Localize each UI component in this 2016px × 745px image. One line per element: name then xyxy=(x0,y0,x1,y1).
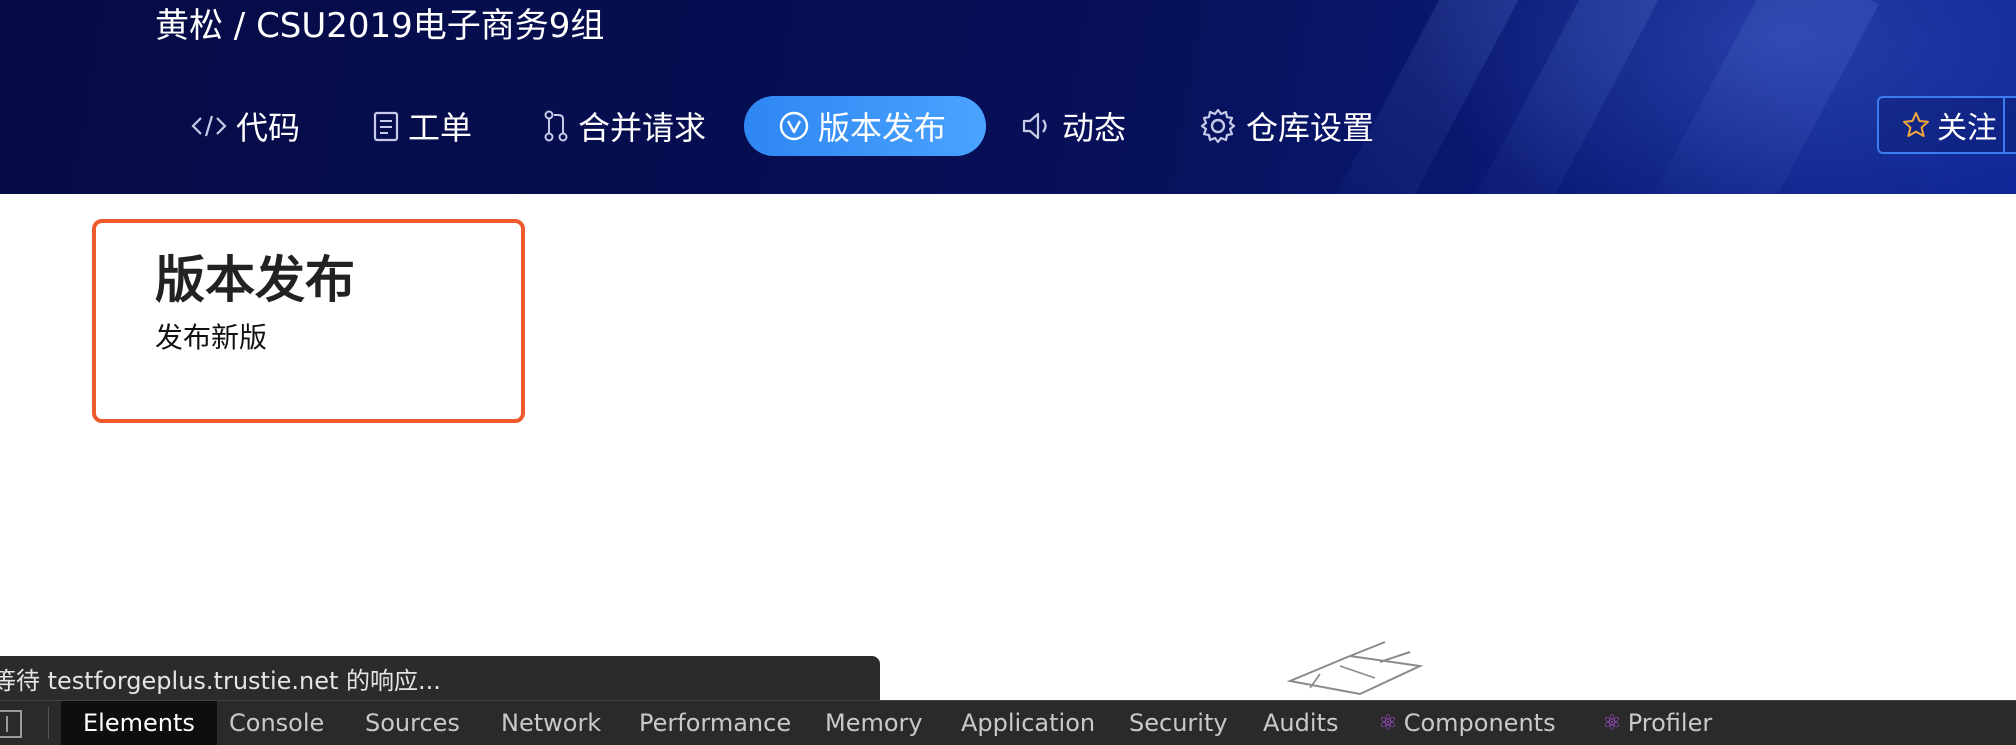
code-icon xyxy=(191,115,227,137)
tab-label: 动态 xyxy=(1062,109,1127,147)
tab-label: 工单 xyxy=(408,109,473,147)
devtools-tab-elements[interactable]: Elements xyxy=(61,701,217,745)
tab-label: 合并请求 xyxy=(578,109,707,147)
tab-activity[interactable]: 动态 xyxy=(1020,96,1126,156)
empty-state-illustration xyxy=(1286,641,1424,696)
gear-icon xyxy=(1200,108,1236,144)
devtools-toolbar: Elements Console Sources Network Perform… xyxy=(0,700,2016,745)
devtools-tab-profiler[interactable]: ⚛ Profiler xyxy=(1602,701,1712,745)
tab-merge-requests[interactable]: 合并请求 xyxy=(542,96,706,156)
repo-header: 黄松 / CSU2019电子商务9组 代码 工单 合并请求 版本发布 动态 仓库… xyxy=(0,0,2016,194)
devtools-tab-label: Console xyxy=(229,709,325,737)
clipboard-icon xyxy=(373,111,399,142)
new-release-link[interactable]: 发布新版 xyxy=(155,316,267,356)
status-text: 等待 testforgeplus.trustie.net 的响应... xyxy=(0,666,441,695)
status-bubble: 等待 testforgeplus.trustie.net 的响应... xyxy=(0,656,880,700)
devtools-tab-label: Profiler xyxy=(1627,709,1713,737)
tab-settings[interactable]: 仓库设置 xyxy=(1198,96,1374,156)
devtools-tab-label: Elements xyxy=(83,709,195,737)
devtools-tab-console[interactable]: Console xyxy=(229,701,324,745)
tab-issues[interactable]: 工单 xyxy=(372,96,472,156)
tab-releases[interactable]: 版本发布 xyxy=(744,96,986,156)
repo-title[interactable]: 黄松 / CSU2019电子商务9组 xyxy=(155,0,604,47)
devtools-tab-components[interactable]: ⚛ Components xyxy=(1378,701,1556,745)
devtools-tab-sources[interactable]: Sources xyxy=(365,701,460,745)
dock-side-icon[interactable] xyxy=(0,710,22,738)
devtools-tab-label: Network xyxy=(501,709,602,737)
version-check-icon xyxy=(779,111,809,141)
star-icon xyxy=(1903,112,1929,137)
tab-code[interactable]: 代码 xyxy=(190,96,300,156)
speaker-icon xyxy=(1022,112,1047,140)
devtools-tab-application[interactable]: Application xyxy=(961,701,1095,745)
devtools-tab-label: Application xyxy=(961,709,1096,737)
devtools-tab-performance[interactable]: Performance xyxy=(639,701,791,745)
react-icon: ⚛ xyxy=(1378,710,1398,736)
tab-label: 代码 xyxy=(236,109,301,147)
toolbar-divider xyxy=(48,707,49,739)
devtools-tab-label: Security xyxy=(1129,709,1228,737)
devtools-tab-label: Memory xyxy=(825,709,923,737)
devtools-tab-audits[interactable]: Audits xyxy=(1263,701,1338,745)
follow-label: 关注 xyxy=(1937,111,1997,146)
devtools-tab-label: Sources xyxy=(365,709,460,737)
devtools-tab-security[interactable]: Security xyxy=(1129,701,1228,745)
devtools-tab-label: Audits xyxy=(1263,709,1339,737)
tab-label: 仓库设置 xyxy=(1246,109,1375,147)
header-decoration xyxy=(1631,0,1879,194)
button-divider xyxy=(2003,96,2005,154)
merge-request-icon xyxy=(544,110,568,142)
follow-button[interactable]: 关注 xyxy=(1877,96,2016,154)
devtools-tab-memory[interactable]: Memory xyxy=(825,701,923,745)
devtools-tab-label: Components xyxy=(1403,709,1556,737)
tab-label: 版本发布 xyxy=(818,109,947,147)
devtools-tab-network[interactable]: Network xyxy=(501,701,601,745)
devtools-tab-label: Performance xyxy=(639,709,792,737)
react-icon: ⚛ xyxy=(1602,710,1622,736)
page-title: 版本发布 xyxy=(155,251,355,309)
repo-nav-tabs: 代码 工单 合并请求 版本发布 动态 仓库设置 xyxy=(0,96,1450,156)
